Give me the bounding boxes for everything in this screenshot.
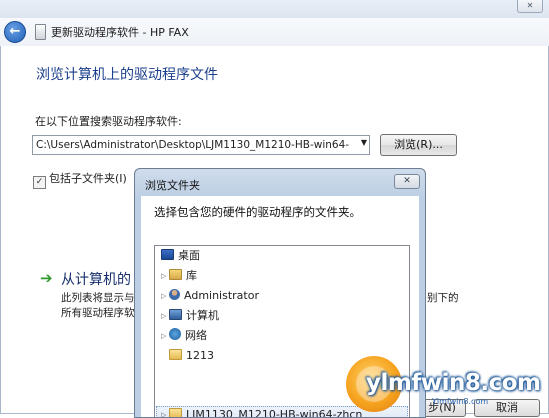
tree-item-computer[interactable]: ▷ 计算机 (161, 307, 219, 325)
green-arrow-icon: ➔ (40, 269, 53, 287)
path-value: C:\Users\Administrator\Desktop\LJM1130_M… (36, 139, 350, 151)
page-heading: 浏览计算机上的驱动程序文件 (36, 67, 218, 83)
tree-item-1213[interactable]: 1213 (169, 347, 214, 365)
window-close-button[interactable]: ✕ (517, 0, 543, 13)
tree-item-desktop[interactable]: 桌面 (161, 247, 200, 265)
dialog-close-button[interactable]: ✕ (394, 174, 420, 189)
path-combobox[interactable]: C:\Users\Administrator\Desktop\LJM1130_M… (32, 135, 370, 155)
tree-item-driver-folder[interactable]: ▷ LJM1130_M1210-HB-win64-zhcn (161, 406, 362, 417)
folder-icon (169, 349, 182, 360)
include-subfolders-checkbox[interactable]: ✓ (33, 176, 46, 189)
pick-from-list-link[interactable]: 从计算机的 (61, 269, 131, 289)
expand-arrow-icon[interactable]: ▷ (161, 307, 169, 325)
computer-icon (169, 309, 182, 320)
tree-item-library[interactable]: ▷ 库 (161, 267, 197, 285)
back-arrow-icon: ← (9, 24, 21, 39)
pick-option-description-fragment: 别下的 (427, 292, 459, 304)
watermark-text: ylmfwin8.com (366, 370, 541, 396)
window-frame-top (0, 0, 549, 20)
device-icon (35, 24, 46, 40)
expand-arrow-icon[interactable]: ▷ (161, 406, 169, 417)
tree-item-administrator[interactable]: ▷ Administrator (161, 287, 259, 305)
dialog-title: 浏览文件夹 (145, 179, 200, 192)
back-button[interactable]: ← (4, 21, 26, 43)
include-subfolders-label: 包括子文件夹(I) (49, 172, 127, 185)
search-location-label: 在以下位置搜索驱动程序软件: (35, 115, 182, 128)
include-subfolders-option[interactable]: ✓ 包括子文件夹(I) (33, 170, 127, 189)
network-icon (169, 328, 181, 340)
chevron-down-icon[interactable]: ▼ (361, 138, 367, 147)
watermark-subtext: Ylmfwin8.com (432, 397, 489, 406)
browse-button[interactable]: 浏览(R)... (380, 134, 457, 156)
expand-arrow-icon[interactable]: ▷ (161, 267, 169, 285)
folder-icon (169, 408, 182, 417)
desktop-icon (161, 249, 174, 260)
expand-arrow-icon[interactable]: ▷ (161, 327, 169, 345)
window-title: 更新驱动程序软件 - HP FAX (51, 26, 189, 39)
pick-option-description-line2: 所有驱动程序软 (61, 307, 135, 319)
expand-arrow-icon[interactable]: ▷ (161, 287, 169, 305)
user-folder-icon (169, 289, 180, 300)
pick-option-description-line1: 此列表将显示与 (61, 292, 135, 304)
library-icon (169, 269, 182, 280)
tree-item-network[interactable]: ▷ 网络 (161, 327, 207, 345)
dialog-prompt: 选择包含您的硬件的驱动程序的文件夹。 (154, 205, 361, 219)
